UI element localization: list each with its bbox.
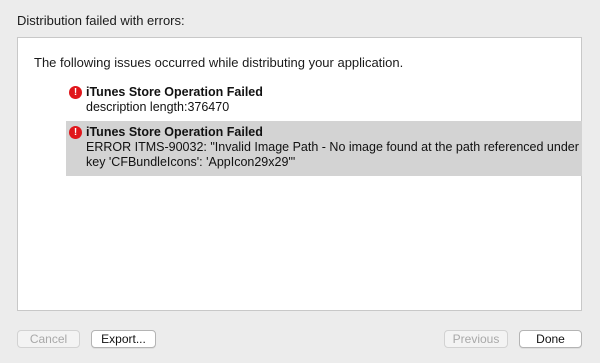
- issue-title: iTunes Store Operation Failed: [86, 125, 263, 139]
- issue-item-selected[interactable]: ! iTunes Store Operation Failed ERROR IT…: [66, 121, 582, 176]
- dialog-header: Distribution failed with errors:: [17, 13, 185, 28]
- issue-item[interactable]: ! iTunes Store Operation Failed descript…: [66, 81, 582, 119]
- error-icon: !: [69, 86, 82, 99]
- issues-panel: The following issues occurred while dist…: [17, 37, 582, 311]
- issue-detail: ERROR ITMS-90032: "Invalid Image Path - …: [86, 140, 583, 169]
- intro-text: The following issues occurred while dist…: [34, 55, 404, 70]
- cancel-button[interactable]: Cancel: [17, 330, 80, 348]
- done-button[interactable]: Done: [519, 330, 582, 348]
- issue-detail: description length:376470: [86, 100, 230, 114]
- error-icon: !: [69, 126, 82, 139]
- issue-title: iTunes Store Operation Failed: [86, 85, 263, 99]
- export-button[interactable]: Export...: [91, 330, 156, 348]
- previous-button[interactable]: Previous: [444, 330, 508, 348]
